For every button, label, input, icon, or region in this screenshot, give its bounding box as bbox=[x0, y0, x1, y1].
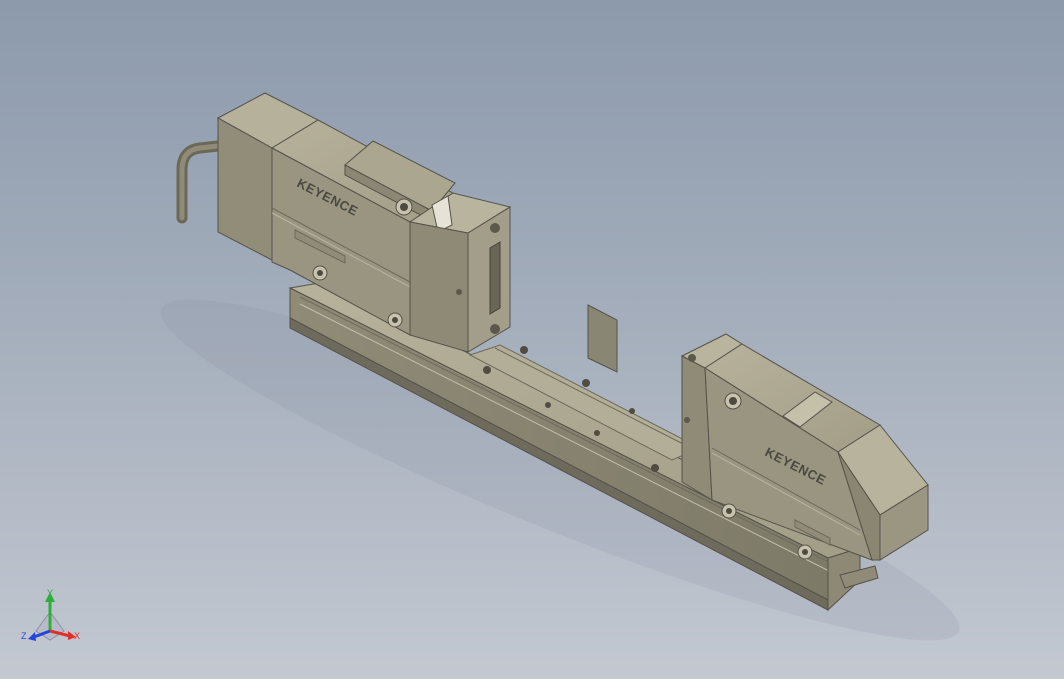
target-plate bbox=[587, 304, 618, 373]
y-axis-label: Y bbox=[47, 588, 53, 598]
orientation-triad[interactable]: Y X Z bbox=[21, 588, 80, 641]
cad-model[interactable]: KEYENCE KEYENCE Y X Z bbox=[0, 0, 1064, 679]
x-axis-label: X bbox=[74, 631, 80, 641]
cad-viewport[interactable]: KEYENCE KEYENCE Y X Z bbox=[0, 0, 1064, 679]
z-axis-label: Z bbox=[21, 631, 27, 641]
